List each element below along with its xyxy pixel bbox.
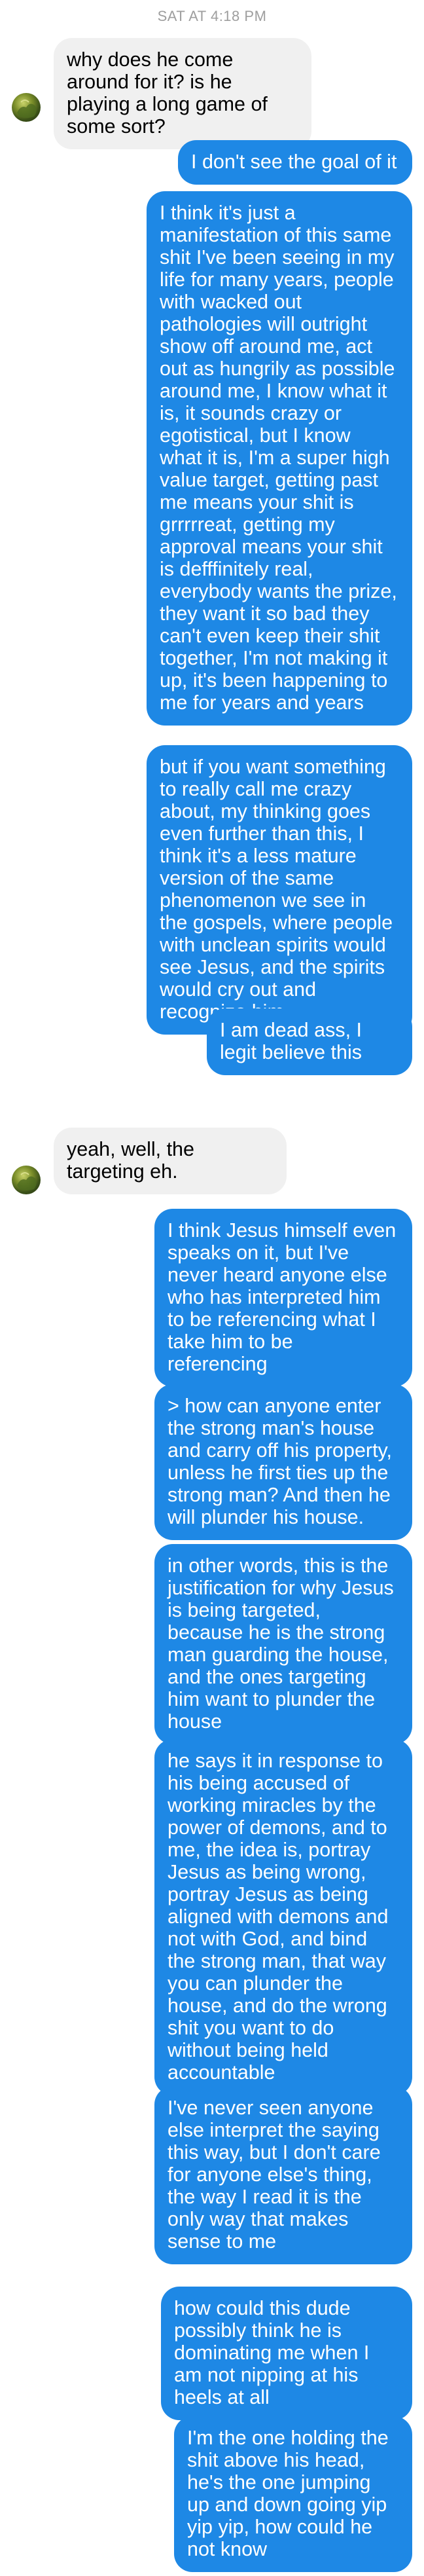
- message-bubble-outgoing[interactable]: I don't see the goal of it: [178, 140, 412, 185]
- conversation-timestamp: SAT AT 4:18 PM: [157, 8, 267, 24]
- message-bubble-incoming[interactable]: why does he come around for it? is he pl…: [54, 38, 311, 149]
- contact-avatar-icon[interactable]: [12, 93, 41, 122]
- message-bubble-incoming[interactable]: yeah, well, the targeting eh.: [54, 1128, 287, 1194]
- message-bubble-outgoing[interactable]: > how can anyone enter the strong man's …: [154, 1384, 412, 1540]
- contact-avatar-icon[interactable]: [12, 1166, 41, 1194]
- message-bubble-outgoing[interactable]: I am dead ass, I legit believe this: [207, 1008, 412, 1075]
- message-bubble-outgoing[interactable]: but if you want something to really call…: [147, 745, 412, 1035]
- message-bubble-outgoing[interactable]: how could this dude possibly think he is…: [161, 2287, 412, 2420]
- message-bubble-outgoing[interactable]: I'm the one holding the shit above his h…: [174, 2416, 412, 2572]
- message-bubble-outgoing[interactable]: I've never seen anyone else interpret th…: [154, 2086, 412, 2264]
- message-bubble-outgoing[interactable]: I think it's just a manifestation of thi…: [147, 191, 412, 726]
- message-bubble-outgoing[interactable]: I think Jesus himself even speaks on it,…: [154, 1209, 412, 1387]
- message-bubble-outgoing[interactable]: he says it in response to his being accu…: [154, 1739, 412, 2095]
- message-bubble-outgoing[interactable]: in other words, this is the justificatio…: [154, 1544, 412, 1744]
